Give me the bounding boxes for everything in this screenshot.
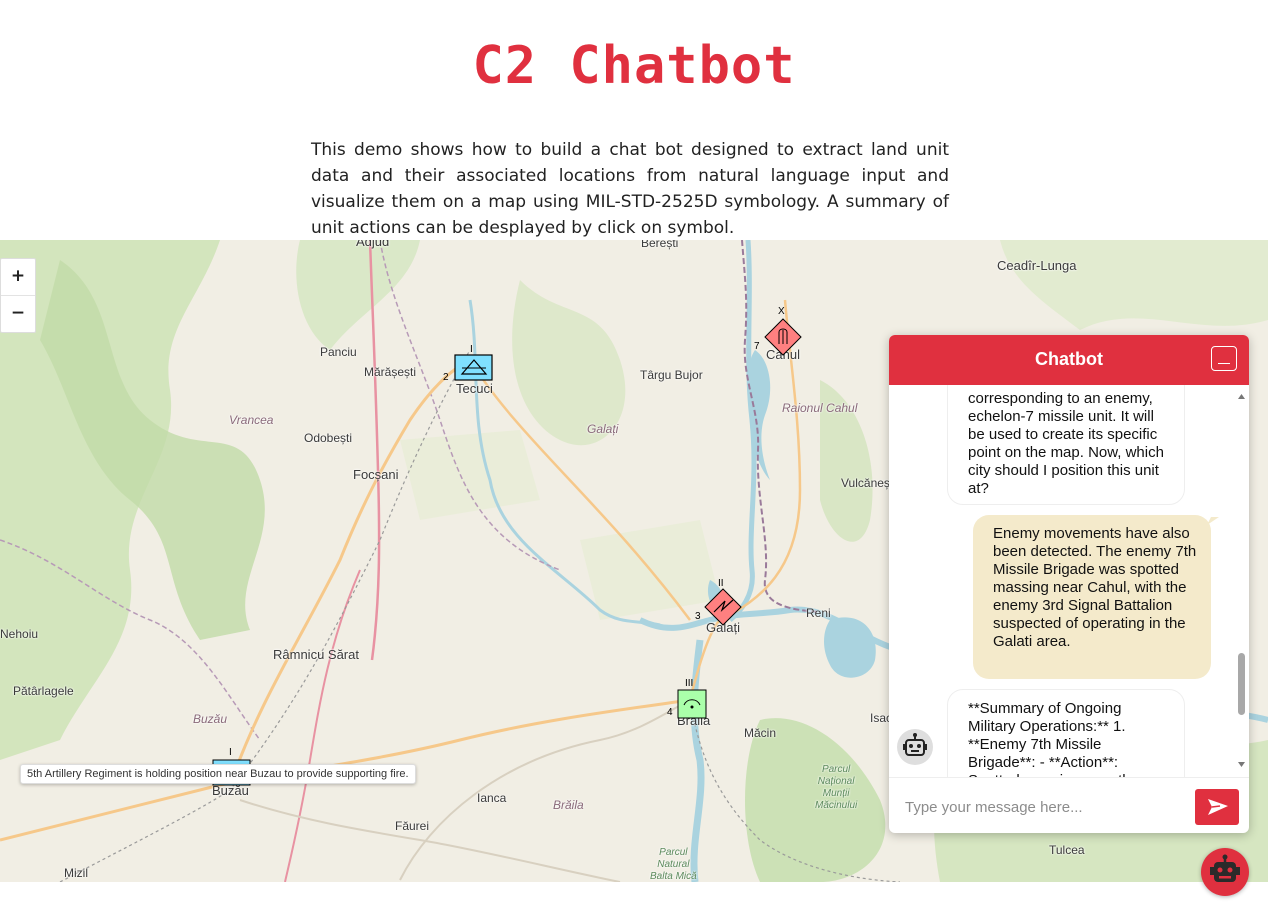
minimize-icon (1218, 362, 1230, 364)
chatbot-toggle-button[interactable] (1201, 848, 1249, 896)
zoom-control: + − (0, 258, 36, 333)
map-label-vrancea: Vrancea (229, 413, 274, 427)
unit-echelon: III (685, 678, 694, 689)
user-bubble-tail-icon (1207, 517, 1219, 525)
map-label-odobesti: Odobești (304, 431, 353, 445)
robot-icon (1210, 854, 1240, 882)
page-description: This demo shows how to build a chat bot … (311, 140, 949, 238)
hostile-signal-unit-icon (704, 588, 742, 626)
map-label-patarlagele: Pătârlagele (13, 684, 74, 698)
unit-echelon: I (229, 747, 232, 758)
unit-tooltip: 5th Artillery Regiment is holding positi… (20, 764, 416, 784)
minimize-button[interactable] (1211, 346, 1237, 371)
unit-number: 2 (443, 372, 449, 383)
map-label-nehoiu: Nehoiu (0, 627, 39, 641)
unit-number: 3 (695, 611, 701, 622)
map-label-parc-macin: Parcul Național Munții Măcinului (815, 764, 858, 811)
map-label-galati-region: Galați (587, 422, 619, 436)
unit-echelon: X (778, 306, 785, 317)
send-icon (1208, 799, 1228, 815)
map-label-faurei: Făurei (395, 819, 430, 833)
bot-message: **Summary of Ongoing Military Operations… (947, 689, 1185, 777)
map-label-braila-region: Brăila (553, 798, 584, 812)
zoom-in-button[interactable]: + (1, 259, 35, 295)
map-label-raionul-cahul: Raionul Cahul (782, 401, 858, 415)
bot-message: corresponding to an enemy, echelon-7 mis… (947, 385, 1185, 505)
send-button[interactable] (1195, 789, 1239, 825)
unit-marker-cahul[interactable]: 7 X (751, 306, 803, 356)
robot-icon (903, 733, 927, 756)
chat-scrollbar[interactable] (1237, 391, 1246, 771)
bot-avatar (897, 729, 933, 765)
neutral-artillery-unit-icon (677, 689, 707, 719)
chat-message-input[interactable] (903, 792, 1187, 822)
friendly-unit-symbol-icon (454, 354, 493, 381)
map-label-focsani: Focșani (353, 467, 399, 482)
unit-marker-galati[interactable]: 3 II (690, 578, 746, 626)
map-label-ramnicu-sarat: Râmnicu Sărat (273, 647, 359, 662)
chat-header: Chatbot (889, 335, 1249, 385)
zoom-out-button[interactable]: − (1, 295, 35, 332)
map-label-targu-bujor: Târgu Bujor (640, 368, 703, 382)
chat-input-row (889, 777, 1249, 833)
map-label-mizil: Mizil (64, 866, 88, 880)
map-label-beresti: Berești (641, 240, 679, 250)
map-label-tulcea: Tulcea (1049, 843, 1085, 857)
page-title: C2 Chatbot (472, 36, 796, 96)
user-message: Enemy movements have also been detected.… (973, 515, 1211, 679)
message-list[interactable]: corresponding to an enemy, echelon-7 mis… (889, 385, 1249, 777)
map-label-adjud: Adjud (356, 240, 390, 249)
map-label-ceadir-lunga: Ceadîr-Lunga (997, 258, 1077, 273)
map-label-reni: Reni (806, 606, 831, 620)
map-label-panciu: Panciu (320, 345, 357, 359)
map-label-parc-balta-mica: Parcul Natural Balta Mică (650, 847, 697, 882)
chat-title: Chatbot (1035, 349, 1103, 369)
map-label-ianca: Ianca (477, 791, 507, 805)
map-label-vulcanesti: Vulcănești (841, 476, 896, 490)
unit-marker-tecuci[interactable]: 2 I (442, 344, 496, 386)
hostile-missile-unit-icon (764, 318, 802, 356)
chatbot-window: Chatbot corresponding to an enemy, echel… (889, 335, 1249, 833)
unit-number: 7 (754, 341, 760, 352)
map-label-macin: Măcin (744, 726, 777, 740)
map-label-marasesti: Mărășești (364, 365, 417, 379)
map-label-buzau-region: Buzău (193, 712, 228, 726)
unit-number: 4 (667, 707, 673, 718)
unit-marker-braila[interactable]: 4 III (664, 677, 710, 721)
